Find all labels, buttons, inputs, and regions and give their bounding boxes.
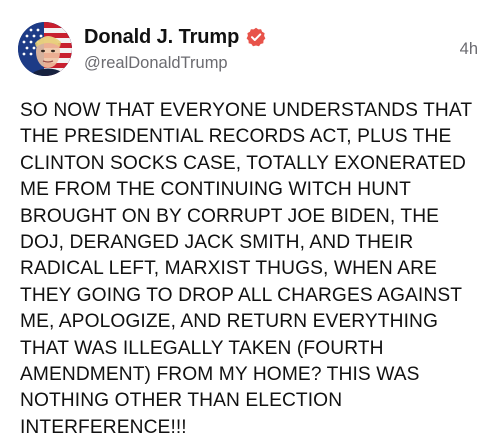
- post-text-line: ME, APOLOGIZE, AND RETURN EVERYTHING: [20, 311, 438, 333]
- post-text-line: THE PRESIDENTIAL RECORDS ACT, PLUS THE: [20, 126, 452, 148]
- post-text-line: ME FROM THE CONTINUING WITCH HUNT: [20, 179, 411, 201]
- post-text-line: AMENDMENT) FROM MY HOME? THIS WAS: [20, 364, 420, 386]
- post-text-line: CLINTON SOCKS CASE, TOTALLY EXONERATED: [20, 152, 466, 174]
- author-display-name[interactable]: Donald J. Trump: [84, 26, 239, 49]
- post-text-line: BROUGHT ON BY CORRUPT JOE BIDEN, THE: [20, 205, 440, 227]
- post-body: SO NOW THAT EVERYONE UNDERSTANDS THAT TH…: [20, 98, 490, 441]
- verified-badge-icon: [246, 27, 266, 47]
- post-timestamp[interactable]: 4h: [460, 40, 478, 59]
- post-card: Donald J. Trump @realDonaldTrump 4h SO N…: [0, 0, 500, 448]
- flag-portrait-avatar-icon: [18, 22, 72, 76]
- post-text-line: SO NOW THAT EVERYONE UNDERSTANDS THAT: [20, 100, 473, 121]
- author-handle[interactable]: @realDonaldTrump: [84, 54, 228, 73]
- post-text-line: RADICAL LEFT, MARXIST THUGS, WHEN ARE: [20, 258, 438, 280]
- post-text-line: THEY GOING TO DROP ALL CHARGES AGAINST: [20, 284, 463, 306]
- post-text-line: INTERFERENCE!!!: [20, 416, 187, 438]
- avatar[interactable]: [18, 22, 72, 76]
- author-row: Donald J. Trump: [84, 24, 266, 50]
- post-text-line: DOJ, DERANGED JACK SMITH, AND THEIR: [20, 232, 414, 254]
- post-text-line: NOTHING OTHER THAN ELECTION: [20, 390, 343, 412]
- post-text-line: THAT WAS ILLEGALLY TAKEN (FOURTH: [20, 337, 384, 359]
